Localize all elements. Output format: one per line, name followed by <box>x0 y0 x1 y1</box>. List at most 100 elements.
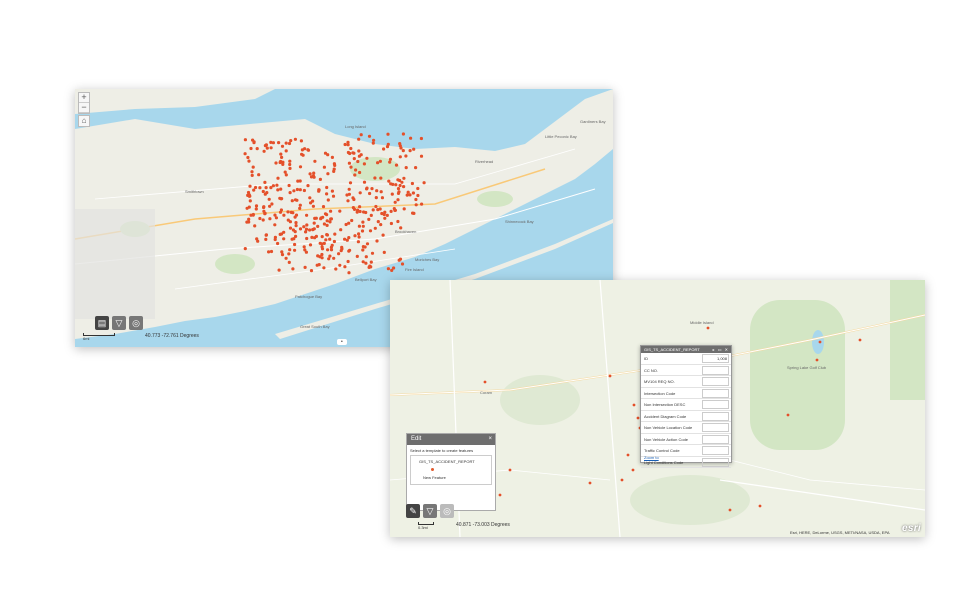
accident-point[interactable] <box>303 265 307 269</box>
accident-point[interactable] <box>250 173 254 177</box>
accident-point[interactable] <box>282 237 286 241</box>
accident-point[interactable] <box>339 249 343 253</box>
accident-point[interactable] <box>362 180 367 184</box>
accident-point[interactable] <box>356 208 360 212</box>
accident-point[interactable] <box>247 193 251 197</box>
accident-point[interactable] <box>280 250 284 254</box>
accident-point[interactable] <box>305 236 309 241</box>
accident-point[interactable] <box>368 229 373 233</box>
accident-point[interactable] <box>283 170 287 174</box>
accident-point[interactable] <box>367 217 371 221</box>
accident-point[interactable] <box>393 200 397 204</box>
accident-point[interactable] <box>262 205 266 210</box>
accident-point[interactable] <box>380 196 384 200</box>
accident-point[interactable] <box>390 268 394 272</box>
attribute-value-field[interactable] <box>702 388 729 398</box>
accident-point[interactable] <box>347 271 351 275</box>
accident-point[interactable] <box>347 221 351 225</box>
accident-point[interactable] <box>364 255 368 259</box>
accident-point[interactable] <box>394 163 399 167</box>
accident-point[interactable] <box>298 188 302 192</box>
accident-point[interactable] <box>858 338 862 342</box>
accident-point[interactable] <box>329 245 333 249</box>
accident-point[interactable] <box>291 228 295 232</box>
accident-point[interactable] <box>304 227 309 231</box>
accident-point[interactable] <box>414 203 418 207</box>
accident-point[interactable] <box>758 504 762 508</box>
accident-point[interactable] <box>419 154 424 158</box>
accident-point[interactable] <box>394 183 398 187</box>
accident-point[interactable] <box>279 187 283 191</box>
accident-point[interactable] <box>325 223 329 227</box>
accident-point[interactable] <box>247 205 251 209</box>
accident-point[interactable] <box>375 189 379 193</box>
accident-point[interactable] <box>422 181 426 185</box>
accident-point[interactable] <box>306 184 310 188</box>
accident-point[interactable] <box>312 221 316 225</box>
accident-point[interactable] <box>420 202 424 206</box>
accident-point[interactable] <box>361 248 365 252</box>
accident-point[interactable] <box>360 229 365 233</box>
accident-point[interactable] <box>508 468 512 472</box>
accident-point[interactable] <box>295 198 299 202</box>
accident-point[interactable] <box>263 180 267 184</box>
accident-point[interactable] <box>248 184 252 188</box>
accident-point[interactable] <box>401 149 405 153</box>
close-icon[interactable]: × <box>488 434 492 445</box>
accident-point[interactable] <box>620 478 624 482</box>
accident-point[interactable] <box>312 227 316 231</box>
accident-point[interactable] <box>346 143 350 147</box>
accident-point[interactable] <box>353 234 357 238</box>
accident-point[interactable] <box>332 256 336 260</box>
accident-point[interactable] <box>362 162 366 166</box>
accident-point[interactable] <box>383 210 387 214</box>
accident-point[interactable] <box>364 261 368 265</box>
accident-point[interactable] <box>250 170 254 174</box>
accident-point[interactable] <box>247 159 251 163</box>
accident-point[interactable] <box>387 179 391 183</box>
accident-point[interactable] <box>358 191 362 195</box>
accident-point[interactable] <box>380 211 384 216</box>
accident-point[interactable] <box>308 228 312 232</box>
accident-point[interactable] <box>346 259 350 264</box>
accident-point[interactable] <box>325 192 329 196</box>
accident-point[interactable] <box>273 223 277 227</box>
accident-point[interactable] <box>367 134 372 138</box>
accident-point[interactable] <box>347 187 351 191</box>
page-indicator[interactable]: • <box>337 339 347 345</box>
accident-point[interactable] <box>343 265 347 269</box>
accident-point[interactable] <box>255 147 259 151</box>
accident-point[interactable] <box>320 242 324 246</box>
accident-point[interactable] <box>352 207 357 211</box>
accident-point[interactable] <box>365 156 369 160</box>
accident-point[interactable] <box>326 248 330 252</box>
detail-map[interactable]: Spring Lake Golf Club Coram Middle Island … <box>390 280 925 537</box>
accident-point[interactable] <box>359 153 363 157</box>
accident-point[interactable] <box>402 185 406 189</box>
accident-point[interactable] <box>321 205 326 209</box>
accident-point[interactable] <box>351 196 355 200</box>
accident-point[interactable] <box>303 147 307 151</box>
accident-point[interactable] <box>818 340 822 344</box>
feature-template[interactable]: GIS_TS_ACCIDENT_REPORT New Feature <box>410 455 492 485</box>
accident-point[interactable] <box>284 141 288 145</box>
accident-point[interactable] <box>328 254 332 258</box>
accident-point[interactable] <box>352 157 356 161</box>
accident-point[interactable] <box>412 147 416 151</box>
accident-point[interactable] <box>398 183 402 188</box>
accident-point[interactable] <box>280 155 284 159</box>
accident-point[interactable] <box>299 139 303 143</box>
accident-point[interactable] <box>275 183 279 187</box>
accident-point[interactable] <box>287 260 291 264</box>
locate-icon[interactable]: ◎ <box>440 504 454 518</box>
accident-point[interactable] <box>322 165 326 169</box>
accident-point[interactable] <box>326 172 330 176</box>
accident-point[interactable] <box>264 237 268 241</box>
accident-point[interactable] <box>284 173 288 177</box>
accident-point[interactable] <box>271 141 275 145</box>
accident-point[interactable] <box>357 232 361 236</box>
accident-point[interactable] <box>271 184 275 188</box>
accident-point[interactable] <box>258 186 262 190</box>
attribute-value-field[interactable]: 1,008 <box>702 354 729 363</box>
accident-point[interactable] <box>274 216 278 220</box>
